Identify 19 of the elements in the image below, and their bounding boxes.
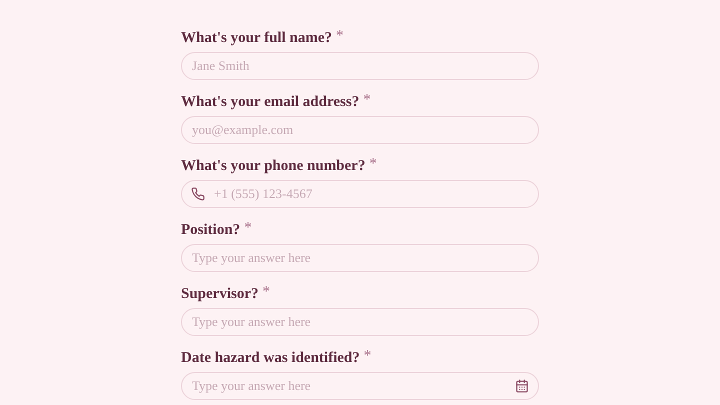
input-field[interactable]: Type your answer here <box>181 244 539 272</box>
required-mark: * <box>364 348 372 364</box>
required-mark: * <box>244 220 252 236</box>
field-label: What's your email address? <box>181 93 360 112</box>
field-label: Supervisor? <box>181 285 259 304</box>
required-mark: * <box>369 156 377 172</box>
field-label: Date hazard was identified? <box>181 349 360 368</box>
input-field[interactable]: Type your answer here <box>181 308 539 336</box>
input-field[interactable]: Jane Smith <box>181 52 539 80</box>
field-label: What's your full name? <box>181 29 332 48</box>
calendar-icon[interactable] <box>515 379 529 393</box>
input-field[interactable]: +1 (555) 123-4567 <box>181 180 539 208</box>
input-field[interactable]: you@example.com <box>181 116 539 144</box>
required-mark: * <box>262 284 270 300</box>
field-label: Position? <box>181 221 240 240</box>
required-mark: * <box>363 92 371 108</box>
required-mark: * <box>336 28 344 44</box>
field-label: What's your phone number? <box>181 157 366 176</box>
input-field[interactable]: Type your answer here <box>181 372 539 400</box>
